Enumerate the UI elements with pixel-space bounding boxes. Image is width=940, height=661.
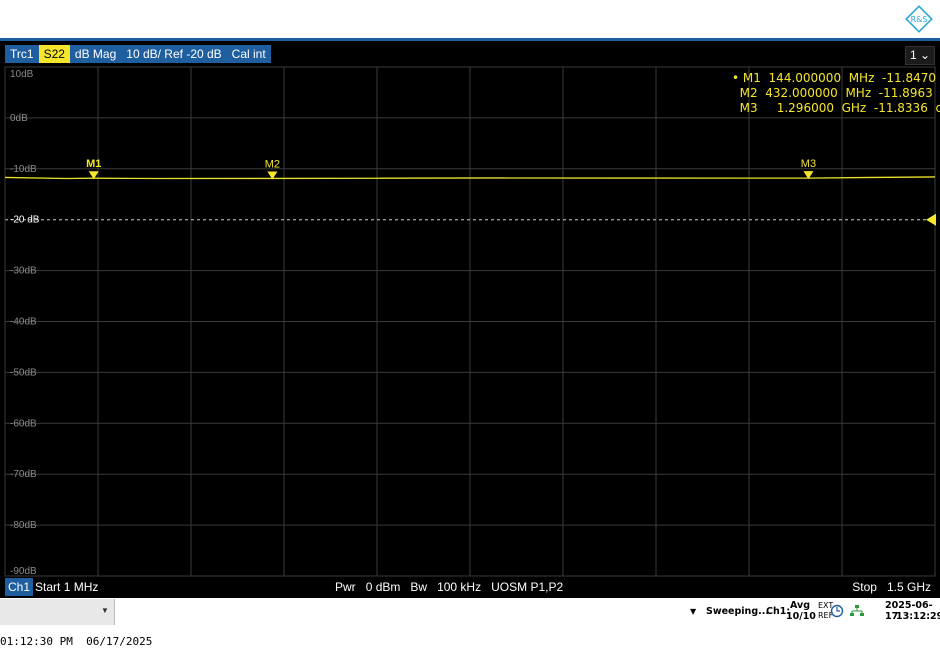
y-tick-label: -90dB (10, 566, 37, 577)
y-tick-label: -80dB (10, 520, 37, 531)
marker-row-m2[interactable]: M2 432.000000 MHz -11.8963 dB (732, 86, 940, 101)
marker-label: M1 (86, 158, 101, 170)
y-tick-label: 10dB (10, 69, 34, 80)
y-tick-label: -50dB (10, 367, 37, 378)
trace-parameter[interactable]: S22 (38, 45, 70, 63)
y-tick-label: -40dB (10, 317, 37, 328)
ref-clock-icon (830, 604, 844, 618)
trace-scale[interactable]: 10 dB/ Ref -20 dB (121, 45, 227, 63)
channel-badge[interactable]: Ch1 (5, 578, 34, 596)
marker-label: M3 (801, 158, 816, 170)
y-tick-label: -30dB (10, 266, 37, 277)
capture-timestamp: 01:12:30 PM 06/17/2025 (0, 635, 153, 648)
softkey-dropdown[interactable]: ▼ (0, 599, 115, 625)
sweep-state: Sweeping... (706, 606, 769, 617)
sweep-settings[interactable]: Pwr 0 dBm Bw 100 kHz UOSM P1,P2 (335, 578, 563, 596)
trace-selector-value: 1 (909, 48, 917, 62)
stop-frequency[interactable]: Stop 1.5 GHz (852, 578, 931, 596)
avg-label: Avg (790, 600, 811, 611)
y-tick-label: 0dB (10, 113, 28, 124)
y-tick-label: -70dB (10, 469, 37, 480)
trace-info-bar[interactable]: Trc1 S22 dB Mag 10 dB/ Ref -20 dB Cal in… (5, 45, 271, 63)
start-frequency[interactable]: Start 1 MHz (35, 578, 98, 596)
system-bar: ▼ ▼ Sweeping... Ch1: Avg 10/10 EXT REF 2… (0, 599, 940, 625)
sweep-dropdown-icon[interactable]: ▼ (690, 607, 696, 616)
avg-value: 10/10 (786, 611, 816, 622)
reference-arrow (926, 213, 936, 226)
network-icon (850, 605, 864, 616)
trace-name[interactable]: Trc1 (5, 45, 39, 63)
marker-row-m1[interactable]: • M1 144.000000 MHz -11.8470 dB (732, 71, 940, 86)
chevron-down-icon: ▼ (101, 606, 109, 615)
y-tick-label: -10dB (10, 164, 37, 175)
marker-row-m3[interactable]: M3 1.296000 GHz -11.8336 dB (732, 101, 940, 116)
trace-cal[interactable]: Cal int (226, 45, 271, 63)
y-tick-label: -60dB (10, 418, 37, 429)
trace-selector[interactable]: 1 ⌄ (905, 46, 935, 65)
channel-status-bar[interactable]: Ch1 Start 1 MHz Pwr 0 dBm Bw 100 kHz UOS… (5, 578, 937, 596)
system-time: 13:12:29 (896, 611, 940, 622)
marker-readout[interactable]: • M1 144.000000 MHz -11.8470 dB M2 432.0… (732, 71, 940, 116)
marker-label: M2 (265, 158, 280, 170)
y-tick-label: -20 dB (10, 215, 40, 226)
trace-format[interactable]: dB Mag (69, 45, 122, 63)
chevron-down-icon: ⌄ (919, 48, 931, 62)
